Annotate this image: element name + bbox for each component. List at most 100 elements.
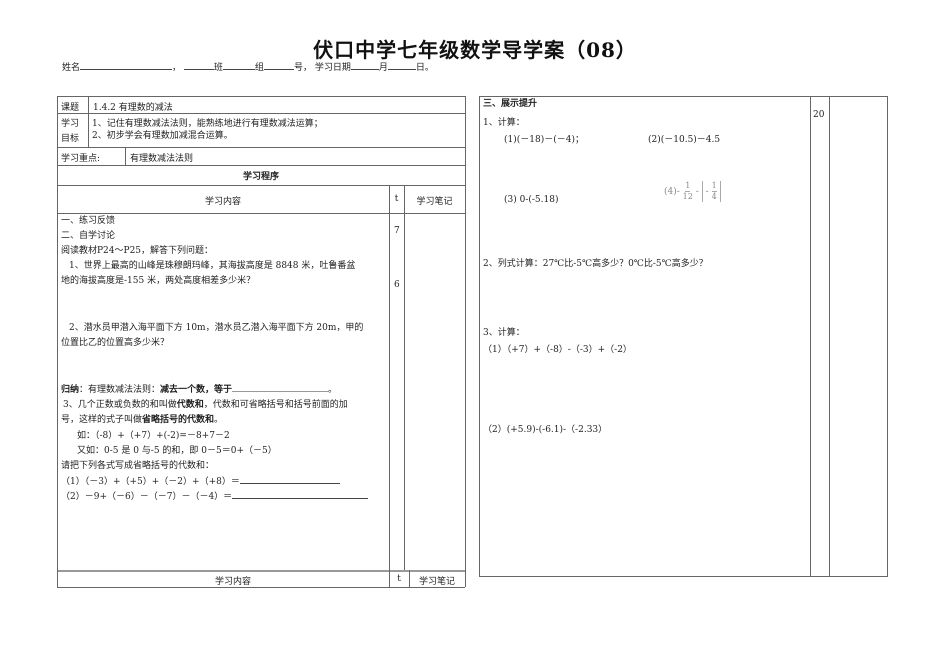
table-border [829,96,830,576]
table-border [389,185,390,587]
table-border [887,96,888,576]
table-border [479,96,480,576]
name-label: 姓名 [62,63,81,73]
day-blank [387,60,416,70]
prefix: (4)- [664,187,680,197]
question-line: 2、列式计算：27℃比-5℃高多少？0℃比-5℃高多少？ [483,259,708,269]
focus-label: 学习重点: [61,154,101,164]
answer-blank [232,382,329,392]
bold-term: 代数和 [176,400,204,410]
table-border [479,576,888,577]
calc-2: （2）(+5.9)-(-6.1)-（-2.33） [483,425,608,435]
group-label: 组 [254,63,264,73]
problem-2: (2)(－10.5)－4.5 [648,135,721,145]
col-notes-header: 学习笔记 [416,197,453,207]
exercise-1: （1）（－3）+（+5）+（－2）+（+8）＝ [61,477,240,487]
text-line: 请把下列各式写成省略括号的代数和： [61,461,215,471]
section-heading: 二、自学讨论 [61,231,116,241]
numerator: 1 [711,181,717,192]
comma: ， [172,63,182,73]
class-label: 班 [213,63,223,73]
minus: - [695,187,699,197]
goal-2: 2、初步学会有理数加减混合运算。 [92,131,233,141]
fraction: 1 12 [683,181,693,202]
text-line: 阅读教材P24～P25，解答下列问题： [61,246,214,256]
page-title: 伏口中学七年级数学导学案（08） [313,38,637,62]
goal-label-2: 目标 [61,134,80,144]
day-label: 日。 [415,63,434,73]
number-blank [263,60,294,70]
table-border [57,587,465,588]
table-border [465,96,466,587]
exercise-line: （1）（－3）+（+5）+（－2）+（+8）＝ [61,474,340,487]
goal-label-1: 学习 [61,119,80,129]
text: 。 [214,415,224,425]
table-border [479,96,888,97]
absolute-value: - 14 [701,181,721,202]
summary-label: 归纳 [61,385,80,395]
time-value: 20 [813,110,825,120]
text: 3、几个正数或负数的和叫做 [63,400,177,410]
question-line: 3、几个正数或负数的和叫做代数和，代数和可省略括号和括号前面的加 [63,397,348,410]
numerator: 1 [685,181,691,192]
group-blank [222,60,255,70]
period: 。 [328,385,338,395]
question-line: 1、计算： [483,118,525,128]
example-line: 又如：0-5 是 0 与-5 的和，即 0－5＝0+（－5） [77,446,277,456]
footer-t-label: t [397,574,401,584]
month-label: 月 [378,63,388,73]
procedure-heading: 学习程序 [242,172,279,182]
denominator: 12 [682,192,693,201]
problem-1: (1)(－18)－(－4)； [504,135,584,145]
answer-blank [239,474,340,484]
question-line: 位置比乙的位置高多少米？ [61,338,170,348]
number-label: 号， [293,63,312,73]
exercise-line: （2）－9+（－6）－（－7）－（－4）＝ [61,489,369,502]
question-line: 3、计算： [483,328,525,338]
example-line: 如：（-8）+（+7）+(-2)=－8+7－2 [77,431,230,441]
time-value: 6 [394,280,400,290]
month-blank [350,60,379,70]
denominator: 4 [711,192,717,201]
table-border [88,96,89,147]
col-t-header: t [394,194,399,204]
summary-bold: 减去一个数，等于 [160,385,233,395]
worksheet-page: 伏口中学七年级数学导学案（08） 姓名 ， 班 组 号， 学习日期 月 日。 课题 1.4… [0,0,950,658]
topic-value: 1.4.2 有理数的减法 [93,103,173,113]
section-heading: 一、练习反馈 [61,216,116,226]
footer-notes-label: 学习笔记 [418,577,455,587]
calc-1: （1）（+7）+（-8）-（-3）+（-2） [483,345,632,355]
table-border [57,96,465,97]
table-border [57,113,465,114]
col-content-header: 学习内容 [204,197,241,207]
table-border [404,185,405,570]
answer-blank [232,489,369,499]
text: 号，这样的式子叫做 [61,415,143,425]
minus: - [705,187,709,197]
topic-label: 课题 [61,103,80,113]
table-border [57,147,465,148]
question-line: 号，这样的式子叫做省略括号的代数和。 [61,412,223,425]
text: ，代数和可省略括号和括号前面的加 [203,400,348,410]
bold-term: 省略括号的代数和 [142,415,215,425]
class-blank [183,60,214,70]
focus-value: 有理数减法法则 [130,154,194,164]
name-blank [80,60,173,70]
problem-3: (3) 0-(-5.18) [504,195,559,205]
summary-line: 归纳：有理数减法法则：减去一个数，等于 。 [61,382,337,395]
summary-text: ：有理数减法法则： [79,385,161,395]
exercise-2: （2）－9+（－6）－（－7）－（－4）＝ [61,492,233,502]
question-line: 2、潜水员甲潜入海平面下方 10m，潜水员乙潜入海平面下方 20m，甲的 [69,323,364,333]
question-line: 1、世界上最高的山峰是珠穆朗玛峰，其海拔高度是 8848 米，吐鲁番盆 [69,261,356,271]
time-value: 7 [394,226,400,236]
table-border [810,96,811,576]
problem-4: (4)- 1 12 - - 14 [664,181,721,202]
table-border [57,165,465,166]
table-border [57,570,465,572]
student-info-line: 姓名 ， 班 组 号， 学习日期 月 日。 [62,60,434,73]
date-label: 学习日期 [314,63,351,73]
section-heading: 三、展示提升 [483,99,538,109]
question-line: 地的海拔高度是-155 米，两处高度相差多少米？ [61,276,256,286]
footer-content-label: 学习内容 [214,577,251,587]
table-border [125,147,126,165]
